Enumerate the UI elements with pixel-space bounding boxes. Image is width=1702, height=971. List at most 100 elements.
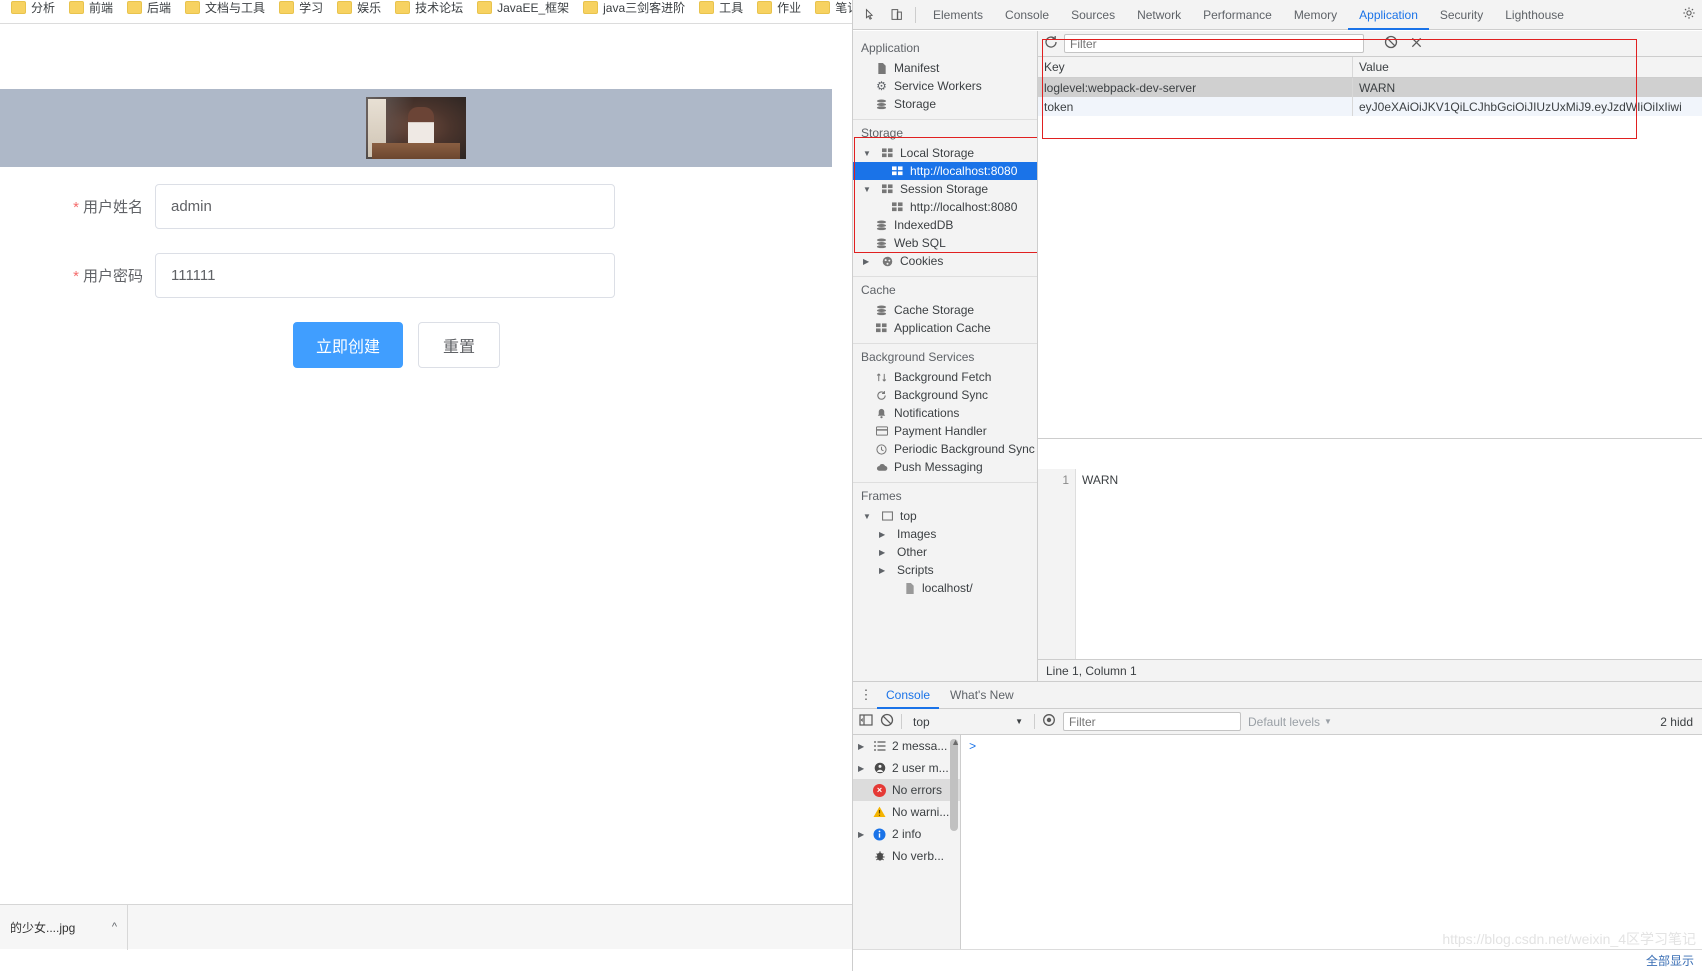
refresh-icon[interactable] xyxy=(1044,35,1058,52)
chevron-down-icon[interactable]: ▼ xyxy=(863,149,872,158)
chevron-right-icon[interactable]: ▶ xyxy=(879,548,888,557)
tab-application[interactable]: Application xyxy=(1348,0,1429,30)
cell-key: loglevel:webpack-dev-server xyxy=(1038,78,1353,97)
tab-network[interactable]: Network xyxy=(1126,0,1192,30)
clear-all-icon[interactable] xyxy=(1384,35,1398,52)
tab-console[interactable]: Console xyxy=(994,0,1060,30)
drawer-tab-whats-new[interactable]: What's New xyxy=(941,682,1023,709)
clear-console-icon[interactable] xyxy=(880,713,894,730)
bookmark-item[interactable]: 文档与工具 xyxy=(178,0,272,16)
tree-header-frames: Frames xyxy=(861,489,902,503)
chevron-right-icon[interactable]: ▶ xyxy=(863,257,872,266)
table-row[interactable]: token eyJ0eXAiOiJKV1QiLCJhbGciOiJIUzUxMi… xyxy=(1038,97,1702,116)
delete-icon[interactable] xyxy=(1410,36,1423,52)
console-filter-input[interactable] xyxy=(1063,712,1241,731)
console-sidebar-item-errors[interactable]: × No errors xyxy=(853,779,960,801)
sidebar-item-frame-other[interactable]: ▶ Other xyxy=(853,543,1037,561)
sidebar-item-manifest[interactable]: Manifest xyxy=(853,59,1037,77)
sidebar-item-session-storage-origin[interactable]: http://localhost:8080 xyxy=(853,198,1037,216)
reset-button[interactable]: 重置 xyxy=(418,322,501,368)
chevron-right-icon[interactable]: ▶ xyxy=(858,742,867,751)
submit-button[interactable]: 立即创建 xyxy=(293,322,404,368)
show-console-sidebar-icon[interactable] xyxy=(859,713,873,730)
cell-value: eyJ0eXAiOiJKV1QiLCJhbGciOiJIUzUxMiJ9.eyJ… xyxy=(1359,99,1682,114)
sidebar-item-indexeddb[interactable]: IndexedDB xyxy=(853,216,1037,234)
chevron-up-icon[interactable]: ^ xyxy=(112,921,117,933)
sidebar-item-periodic-background-sync[interactable]: Periodic Background Sync xyxy=(853,440,1037,458)
user-create-form: *用户姓名 *用户密码 立即创建 重置 xyxy=(0,184,852,368)
gear-icon[interactable] xyxy=(1682,6,1696,23)
console-sidebar-item-warnings[interactable]: No warni... xyxy=(853,801,960,823)
sidebar-item-label: Service Workers xyxy=(894,79,982,93)
sidebar-item-cache-storage[interactable]: Cache Storage xyxy=(853,301,1037,319)
sidebar-item-local-storage-origin[interactable]: http://localhost:8080 xyxy=(853,162,1037,180)
sidebar-item-frame-localhost[interactable]: localhost/ xyxy=(853,579,1037,597)
live-expression-icon[interactable] xyxy=(1042,713,1056,730)
sidebar-item-session-storage[interactable]: ▼ Session Storage xyxy=(853,180,1037,198)
tab-lighthouse[interactable]: Lighthouse xyxy=(1494,0,1575,30)
console-sidebar-scrollbar[interactable] xyxy=(950,739,958,831)
application-sidebar-tree[interactable]: Application Manifest ⚙ Service Workers S… xyxy=(853,31,1038,681)
sidebar-item-cookies[interactable]: ▶ Cookies xyxy=(853,252,1037,270)
toggle-device-toolbar-icon[interactable] xyxy=(883,2,909,28)
sidebar-item-push-messaging[interactable]: Push Messaging xyxy=(853,458,1037,476)
sidebar-item-frame-top[interactable]: ▼ top xyxy=(853,507,1037,525)
sidebar-item-frame-scripts[interactable]: ▶ Scripts xyxy=(853,561,1037,579)
bookmark-item[interactable]: 笔记 xyxy=(808,0,852,16)
sidebar-item-service-workers[interactable]: ⚙ Service Workers xyxy=(853,77,1037,95)
sidebar-item-payment-handler[interactable]: Payment Handler xyxy=(853,422,1037,440)
drawer-tab-console[interactable]: Console xyxy=(877,682,939,709)
more-options-icon[interactable]: ⋮ xyxy=(857,687,875,703)
chevron-right-icon[interactable]: ▶ xyxy=(858,764,867,773)
tab-memory[interactable]: Memory xyxy=(1283,0,1348,30)
sidebar-item-frame-images[interactable]: ▶ Images xyxy=(853,525,1037,543)
console-context-selector[interactable]: top ▼ xyxy=(909,712,1027,731)
chevron-right-icon[interactable]: ▶ xyxy=(879,566,888,575)
column-header-key[interactable]: Key xyxy=(1038,57,1353,77)
bookmark-item[interactable]: 后端 xyxy=(120,0,178,16)
sidebar-item-notifications[interactable]: Notifications xyxy=(853,404,1037,422)
sidebar-item-storage[interactable]: Storage xyxy=(853,95,1037,113)
sidebar-item-application-cache[interactable]: Application Cache xyxy=(853,319,1037,337)
username-input[interactable] xyxy=(155,184,615,229)
console-sidebar-item-messages[interactable]: ▶ 2 messa... xyxy=(853,735,960,757)
bookmark-item[interactable]: 工具 xyxy=(692,0,750,16)
chevron-down-icon[interactable]: ▼ xyxy=(863,185,872,194)
storage-filter-input[interactable] xyxy=(1064,34,1364,53)
console-sidebar-item-info[interactable]: ▶ 2 info xyxy=(853,823,960,845)
sidebar-item-web-sql[interactable]: Web SQL xyxy=(853,234,1037,252)
sidebar-item-local-storage[interactable]: ▼ Local Storage xyxy=(853,144,1037,162)
sidebar-item-background-sync[interactable]: Background Sync xyxy=(853,386,1037,404)
column-header-value[interactable]: Value xyxy=(1353,57,1702,77)
storage-key-value-table[interactable]: Key Value loglevel:webpack-dev-server WA… xyxy=(1038,57,1702,439)
bookmark-item[interactable]: 分析 xyxy=(4,0,62,16)
chevron-right-icon[interactable]: ▶ xyxy=(879,530,888,539)
bookmark-item[interactable]: 学习 xyxy=(272,0,330,16)
bookmark-label: 作业 xyxy=(777,1,802,15)
tab-sources[interactable]: Sources xyxy=(1060,0,1126,30)
database-icon xyxy=(875,305,888,316)
show-all-downloads-link[interactable]: 全部显示 xyxy=(1646,952,1694,969)
bookmark-item[interactable]: java三剑客进阶 xyxy=(576,0,692,16)
table-row[interactable]: loglevel:webpack-dev-server WARN xyxy=(1038,78,1702,97)
chevron-down-icon[interactable]: ▼ xyxy=(863,512,872,521)
download-item[interactable]: 的少女....jpg ^ xyxy=(0,904,128,950)
tab-elements[interactable]: Elements xyxy=(922,0,994,30)
tab-performance[interactable]: Performance xyxy=(1192,0,1283,30)
sidebar-item-background-fetch[interactable]: Background Fetch xyxy=(853,368,1037,386)
scroll-up-arrow-icon[interactable]: ▲ xyxy=(951,737,960,747)
inspect-element-icon[interactable] xyxy=(857,2,883,28)
bookmark-item[interactable]: 娱乐 xyxy=(330,0,388,16)
bookmark-item[interactable]: 技术论坛 xyxy=(388,0,470,16)
bookmark-item[interactable]: 前端 xyxy=(62,0,120,16)
bookmark-item[interactable]: JavaEE_框架 xyxy=(470,0,576,16)
bookmark-item[interactable]: 作业 xyxy=(750,0,808,16)
console-sidebar-item-verbose[interactable]: No verb... xyxy=(853,845,960,867)
tab-security[interactable]: Security xyxy=(1429,0,1494,30)
console-log-levels-selector[interactable]: Default levels ▼ xyxy=(1248,715,1332,729)
bookmark-label: 工具 xyxy=(719,1,744,15)
console-sidebar-item-user-messages[interactable]: ▶ 2 user m... xyxy=(853,757,960,779)
chevron-right-icon[interactable]: ▶ xyxy=(858,830,867,839)
console-sidebar[interactable]: ▶ 2 messa... ▶ 2 user m... × No errors N… xyxy=(853,735,961,963)
password-input[interactable] xyxy=(155,253,615,298)
